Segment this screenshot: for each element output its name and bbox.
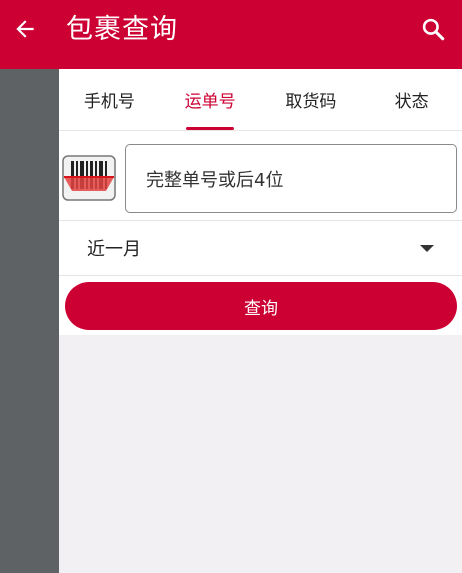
tab-label: 取货码 [285, 92, 337, 112]
query-panel: 手机号 运单号 取货码 状态 完整单号或后4位 近一月 查询 [59, 69, 462, 335]
barcode-scan-icon [62, 155, 116, 201]
tab-pickup-code[interactable]: 取货码 [261, 69, 362, 130]
content-sheet: 手机号 运单号 取货码 状态 完整单号或后4位 近一月 查询 [59, 69, 462, 573]
tracking-number-placeholder: 完整单号或后4位 [146, 169, 284, 191]
time-range-value: 近一月 [87, 239, 141, 260]
tab-label: 状态 [394, 92, 429, 112]
query-type-tabs: 手机号 运单号 取货码 状态 [59, 69, 462, 131]
query-button[interactable]: 查询 [65, 282, 457, 330]
arrow-left-icon [16, 20, 34, 38]
tracking-number-input[interactable]: 完整单号或后4位 [125, 144, 457, 213]
active-tab-indicator [186, 127, 235, 130]
page-title: 包裹查询 [66, 14, 178, 45]
search-icon [422, 18, 445, 41]
tab-label: 手机号 [83, 92, 135, 112]
tab-status[interactable]: 状态 [361, 69, 462, 130]
divider [59, 275, 462, 276]
caret-down-icon [420, 245, 434, 252]
tab-label: 运单号 [184, 92, 236, 112]
app-bar: 包裹查询 [0, 0, 462, 69]
search-button[interactable] [414, 10, 452, 48]
scan-barcode-button[interactable] [62, 155, 116, 201]
back-button[interactable] [8, 12, 42, 46]
tab-tracking-number[interactable]: 运单号 [160, 69, 261, 130]
query-button-label: 查询 [244, 298, 278, 319]
time-range-select[interactable]: 近一月 [59, 221, 462, 275]
